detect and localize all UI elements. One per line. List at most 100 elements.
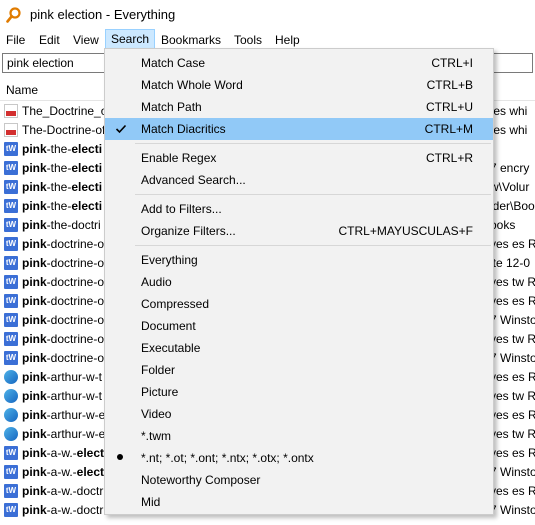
menu-item-executable[interactable]: Executable [105,337,493,359]
menu-help[interactable]: Help [270,30,305,50]
edge-icon [4,370,18,384]
menu-item-label: Mid [141,495,161,509]
tw-icon: tW [4,218,18,232]
menu-item-mid[interactable]: Mid [105,491,493,513]
file-name: pink-arthur-w-t [22,370,103,384]
file-path: lder\Boo [490,199,535,213]
menu-item-label: *.nt; *.ot; *.ont; *.ntx; *.otx; *.ontx [141,451,314,465]
file-name: pink-arthur-w-e [22,427,106,441]
menu-item-label: Add to Filters... [141,202,222,216]
file-name: pink-doctrine-o [22,256,105,270]
file-name: pink-arthur-w-e [22,408,106,422]
pdf-icon [4,123,18,137]
tw-icon: tW [4,237,18,251]
file-path: w\Volur [490,180,530,194]
file-name: pink-the-doctri [22,218,101,232]
pdf-icon [4,104,18,118]
menu-item-label: Enable Regex [141,151,217,165]
menu-item-nt-ot-ont-ntx-otx-ontx[interactable]: *.nt; *.ot; *.ont; *.ntx; *.otx; *.ontx [105,447,493,469]
file-path: 7 Winsto [490,313,535,327]
file-name: pink-the-electi [22,199,103,213]
tw-icon: tW [4,180,18,194]
file-name: pink-the-electi [22,161,103,175]
file-path: 7 Winsto [490,465,535,479]
menu-item-twm[interactable]: *.twm [105,425,493,447]
menu-separator [135,245,491,246]
menu-item-organize-filters[interactable]: Organize Filters... CTRL+MAYUSCULAS+F [105,220,493,242]
search-menu-dropdown: Match Case CTRL+I Match Whole Word CTRL+B Ma… [104,48,494,515]
tw-icon: tW [4,313,18,327]
menu-file[interactable]: File [1,30,30,50]
file-name: pink-a-w.-doctr [22,503,104,517]
menu-item-match-diacritics[interactable]: Match Diacritics CTRL+M [105,118,493,140]
tw-icon: tW [4,256,18,270]
file-path: ves tw R [490,389,535,403]
tw-icon: tW [4,332,18,346]
menu-item-label: Folder [141,363,176,377]
menu-item-audio[interactable]: Audio [105,271,493,293]
file-name: pink-doctrine-o [22,237,105,251]
menu-separator [135,194,491,195]
file-name: pink-doctrine-o [22,313,105,327]
tw-icon: tW [4,275,18,289]
file-path: 7 Winsto [490,351,535,365]
menu-item-label: Match Case [141,56,206,70]
menu-item-match-whole-word[interactable]: Match Whole Word CTRL+B [105,74,493,96]
menu-item-label: Audio [141,275,172,289]
menu-item-label: Executable [141,341,201,355]
menu-item-everything[interactable]: Everything [105,249,493,271]
menu-item-label: Organize Filters... [141,224,236,238]
tw-icon: tW [4,465,18,479]
menu-item-match-case[interactable]: Match Case CTRL+I [105,52,493,74]
file-name: pink-the-electi [22,142,103,156]
tw-icon: tW [4,142,18,156]
radio-bullet-icon [117,454,123,460]
menu-item-label: Compressed [141,297,210,311]
file-path: ves tw R [490,332,535,346]
tw-icon: tW [4,446,18,460]
edge-icon [4,389,18,403]
menu-item-video[interactable]: Video [105,403,493,425]
menu-item-folder[interactable]: Folder [105,359,493,381]
menu-item-picture[interactable]: Picture [105,381,493,403]
file-name: The-Doctrine-of [22,123,106,137]
magnifier-icon [6,7,21,23]
menu-edit[interactable]: Edit [34,30,65,50]
tw-icon: tW [4,503,18,517]
file-path: tes whi [490,104,528,118]
file-name: pink-doctrine-o [22,294,105,308]
menu-item-label: Video [141,407,172,421]
file-name: pink-a-w.-doctr [22,484,104,498]
file-path: ves es R [490,370,535,384]
file-path: 7 Winsto [490,503,535,517]
menu-item-shortcut: CTRL+M [424,122,473,136]
menu-item-document[interactable]: Document [105,315,493,337]
menu-view[interactable]: View [68,30,104,50]
menu-item-advanced-search[interactable]: Advanced Search... [105,169,493,191]
menu-item-noteworthy-composer[interactable]: Noteworthy Composer [105,469,493,491]
menu-item-enable-regex[interactable]: Enable Regex CTRL+R [105,147,493,169]
edge-icon [4,427,18,441]
file-name: pink-the-electi [22,180,103,194]
menu-item-label: *.twm [141,429,171,443]
tw-icon: tW [4,484,18,498]
window-title: pink election - Everything [30,7,176,22]
menu-tools[interactable]: Tools [229,30,267,50]
menu-search[interactable]: Search [105,29,156,49]
file-name: The_Doctrine_of [22,104,111,118]
menu-item-label: Noteworthy Composer [141,473,261,487]
menu-item-shortcut: CTRL+B [426,78,473,92]
menu-item-label: Picture [141,385,179,399]
tw-icon: tW [4,294,18,308]
checkmark-icon [115,124,127,134]
menu-item-compressed[interactable]: Compressed [105,293,493,315]
menu-item-add-to-filters[interactable]: Add to Filters... [105,198,493,220]
menu-separator [135,143,491,144]
menu-item-shortcut: CTRL+MAYUSCULAS+F [338,224,473,238]
file-path: ves es R [490,237,535,251]
menu-bookmarks[interactable]: Bookmarks [156,30,226,50]
menu-item-match-path[interactable]: Match Path CTRL+U [105,96,493,118]
menu-item-shortcut: CTRL+R [425,151,473,165]
file-path: ves tw R [490,427,535,441]
file-name: pink-arthur-w-t [22,389,103,403]
